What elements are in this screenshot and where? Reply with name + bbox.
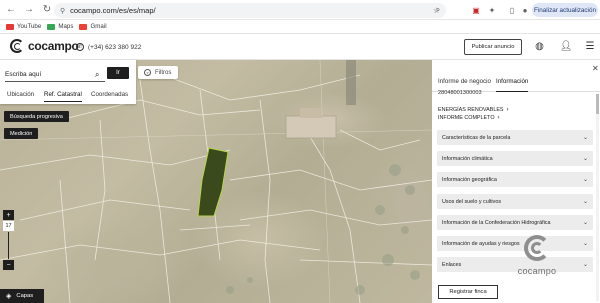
- profile-icon[interactable]: ●: [519, 4, 531, 16]
- layers-icon: ◈: [6, 293, 12, 300]
- chevron-down-icon: ⌄: [582, 177, 588, 183]
- chevron-down-icon: ⌄: [582, 220, 588, 226]
- address-bar[interactable]: ⚲ cocampo.com/es/es/map/ ☆: [54, 3, 446, 18]
- sidebar-icon[interactable]: ▯: [506, 4, 518, 16]
- cocampo-watermark: cocampo: [512, 235, 560, 281]
- zoom-slider[interactable]: [3, 232, 14, 259]
- zoom-out-button[interactable]: −: [3, 260, 14, 270]
- chevron-right-icon: ›: [497, 115, 500, 121]
- filters-button[interactable]: ▿ Filtros: [138, 66, 178, 79]
- watermark-text: cocampo: [517, 266, 557, 276]
- zoom-control: + 17 −: [3, 210, 14, 271]
- chevron-right-icon: ›: [506, 107, 509, 113]
- logo[interactable]: cocampo: [10, 39, 79, 53]
- section-climate[interactable]: Información climática ⌄: [437, 151, 593, 166]
- chevron-down-icon: ⌄: [582, 241, 588, 247]
- bookmark-youtube[interactable]: YouTube: [6, 23, 41, 30]
- progressive-search-button[interactable]: Búsqueda progresiva: [4, 111, 69, 122]
- cadastral-ref-value: 28048001300003: [438, 90, 482, 96]
- publish-ad-button[interactable]: Publicar anuncio: [464, 39, 522, 55]
- extension-icon[interactable]: ▣: [470, 4, 482, 16]
- gmail-icon: [79, 23, 88, 30]
- user-icon[interactable]: 👤︎: [560, 40, 573, 52]
- search-icon[interactable]: ⌕: [95, 70, 99, 80]
- full-report-link[interactable]: INFORME COMPLETO ›: [438, 115, 500, 121]
- whatsapp-icon: ✆: [76, 43, 84, 51]
- chevron-down-icon: ⌄: [582, 156, 588, 162]
- browser-toolbar: ← → ↻ ⚲ cocampo.com/es/es/map/ ☆ ⌕ ▣ ✦ ▯…: [0, 0, 600, 20]
- puzzle-icon[interactable]: ✦: [486, 4, 498, 16]
- section-land-use[interactable]: Usos del suelo y cultivos ⌄: [437, 194, 593, 209]
- update-browser-button[interactable]: Finalizar actualización: [532, 3, 598, 17]
- forward-icon[interactable]: →: [22, 3, 36, 17]
- go-button[interactable]: Ir: [107, 67, 129, 79]
- globe-icon[interactable]: ◍: [534, 41, 545, 52]
- zoom-icon[interactable]: ⌕: [432, 4, 444, 16]
- bookmark-maps[interactable]: Maps: [47, 23, 73, 30]
- close-icon[interactable]: ✕: [592, 64, 599, 73]
- measure-button[interactable]: Medición: [4, 128, 39, 139]
- url-text: cocampo.com/es/es/map/: [70, 6, 156, 15]
- logo-icon: [10, 39, 24, 53]
- layers-button[interactable]: ◈ Capas: [0, 289, 44, 303]
- reload-icon[interactable]: ↻: [40, 3, 54, 17]
- scrollbar-thumb[interactable]: [596, 94, 599, 114]
- zoom-level: 17: [3, 221, 14, 231]
- tab-location[interactable]: Ubicación: [7, 88, 34, 102]
- chevron-down-icon: ⌄: [582, 262, 588, 268]
- bookmarks-bar: YouTube Maps Gmail: [0, 20, 600, 34]
- maps-icon: [47, 23, 56, 30]
- phone-contact[interactable]: ✆ (+34) 623 380 922: [76, 43, 141, 51]
- app-header: cocampo ✆ (+34) 623 380 922 Publicar anu…: [0, 34, 600, 60]
- scrollbar[interactable]: [596, 94, 599, 301]
- zoom-in-button[interactable]: +: [3, 210, 14, 220]
- section-parcel-characteristics[interactable]: Características de la parcela ⌄: [437, 130, 593, 145]
- register-farm-button[interactable]: Registrar finca: [438, 285, 498, 299]
- search-panel: ⌕ Ir Ubicación Ref. Catastral Coordenada…: [0, 60, 136, 104]
- tab-information[interactable]: Información: [496, 78, 529, 92]
- section-hydrographic[interactable]: Información de la Confederación Hidrográ…: [437, 215, 593, 230]
- filter-icon: ▿: [144, 69, 151, 76]
- logo-inner-ring: [531, 242, 543, 254]
- site-info-icon[interactable]: ⚲: [60, 7, 65, 15]
- tab-coordinates[interactable]: Coordenadas: [91, 88, 128, 102]
- chevron-down-icon: ⌄: [582, 199, 588, 205]
- youtube-icon: [6, 23, 14, 30]
- section-geographic[interactable]: Información geográfica ⌄: [437, 172, 593, 187]
- search-input[interactable]: [5, 68, 105, 82]
- back-icon[interactable]: ←: [4, 3, 18, 17]
- renewable-energy-link[interactable]: ENERGÍAS RENOVABLES ›: [438, 107, 509, 113]
- bookmark-gmail[interactable]: Gmail: [79, 23, 107, 30]
- chevron-down-icon: ⌄: [582, 135, 588, 141]
- menu-icon[interactable]: ☰: [584, 40, 596, 52]
- tab-cadastral-ref[interactable]: Ref. Catastral: [44, 88, 82, 102]
